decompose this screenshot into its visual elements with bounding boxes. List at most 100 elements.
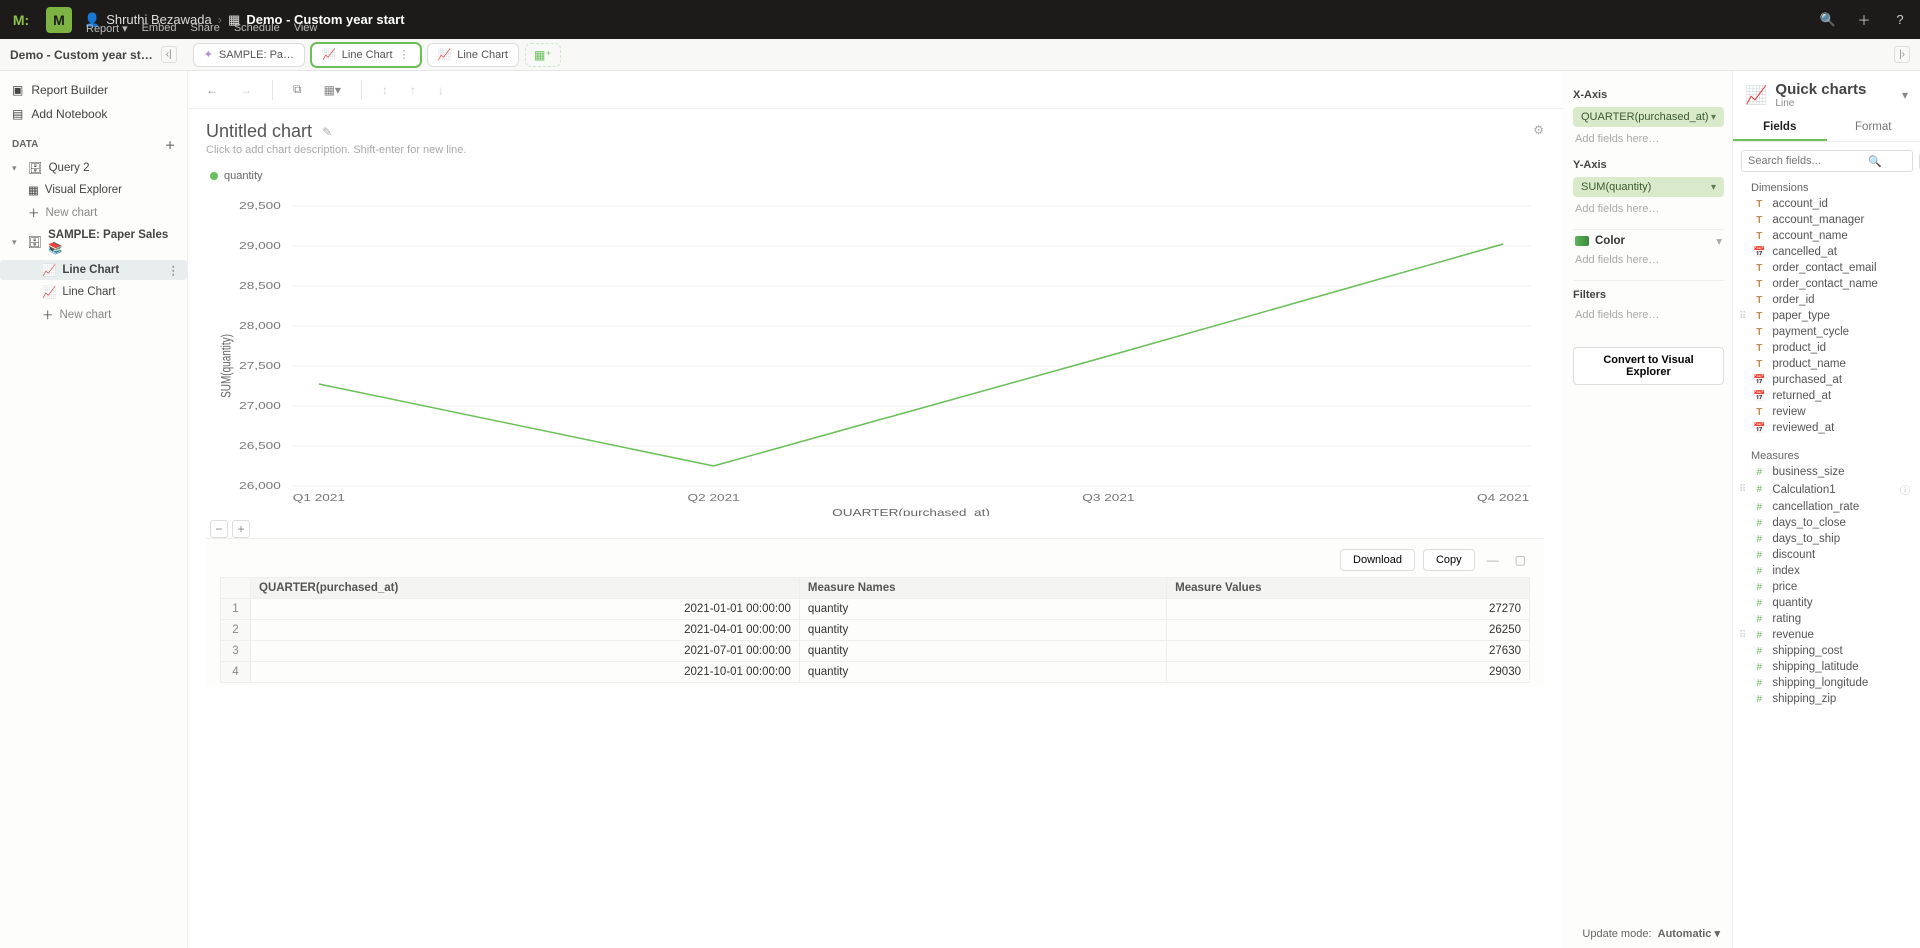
chart-description[interactable]: Click to add chart description. Shift-en… xyxy=(206,144,1544,156)
workspace-logo-icon[interactable]: M xyxy=(46,7,72,33)
copy-button[interactable]: Copy xyxy=(1423,549,1475,571)
tree-new-chart-2[interactable]: ＋ New chart xyxy=(0,304,187,326)
download-button[interactable]: Download xyxy=(1340,549,1415,571)
add-tab-button[interactable]: ▦⁺ xyxy=(525,43,561,67)
filters-dropzone[interactable]: Add fields here… xyxy=(1573,307,1724,329)
field-measure[interactable]: ⠿ # revenue xyxy=(1741,627,1912,643)
add-notebook-link[interactable]: ▤ Add Notebook xyxy=(0,103,187,125)
expand-fields-icon[interactable]: |› xyxy=(1894,46,1910,63)
tree-query[interactable]: ▾ 🗄 Query 2 xyxy=(0,158,187,178)
minimize-icon[interactable]: — xyxy=(1483,551,1503,569)
table-row[interactable]: 1 2021-01-01 00:00:00 quantity 27270 xyxy=(221,599,1530,620)
chart-title[interactable]: Untitled chart xyxy=(206,121,312,142)
cell: 27270 xyxy=(1167,599,1530,620)
update-mode[interactable]: Update mode: Automatic ▾ xyxy=(1582,927,1720,940)
field-measure[interactable]: ⠿ # rating xyxy=(1741,611,1912,627)
tree-linechart-1[interactable]: 📈 Line Chart ⋮ xyxy=(0,260,187,280)
tab-format[interactable]: Format xyxy=(1827,115,1920,141)
duplicate-button[interactable]: ⧉ xyxy=(287,78,308,101)
collapse-sidebar-icon[interactable]: ‹| xyxy=(161,46,177,63)
table-row[interactable]: 3 2021-07-01 00:00:00 quantity 27630 xyxy=(221,641,1530,662)
field-dimension[interactable]: ⠿ T account_manager xyxy=(1741,212,1912,228)
yaxis-pill[interactable]: SUM(quantity) ▾ xyxy=(1573,177,1724,197)
field-measure[interactable]: ⠿ # shipping_cost xyxy=(1741,643,1912,659)
search-icon[interactable]: 🔍 xyxy=(1816,8,1840,32)
menu-share[interactable]: Share xyxy=(190,22,219,35)
tree-linechart-2[interactable]: 📈 Line Chart xyxy=(0,282,187,302)
field-measure[interactable]: ⠿ # shipping_latitude xyxy=(1741,659,1912,675)
tree-new-chart[interactable]: ＋ New chart xyxy=(0,202,187,224)
sort-none-button[interactable]: ↕ xyxy=(376,79,394,101)
app-logo-icon[interactable]: M: xyxy=(8,7,34,33)
field-measure[interactable]: ⠿ # days_to_ship xyxy=(1741,531,1912,547)
yaxis-dropzone[interactable]: Add fields here… xyxy=(1573,201,1724,223)
field-measure[interactable]: ⠿ # business_size xyxy=(1741,464,1912,480)
xaxis-pill[interactable]: QUARTER(purchased_at) ▾ xyxy=(1573,107,1724,127)
chart-plot[interactable]: 26,000 26,500 27,000 27,500 28,000 28,50… xyxy=(210,186,1544,516)
search-input[interactable] xyxy=(1741,150,1913,172)
chart-settings-icon[interactable]: ⚙ xyxy=(1533,123,1544,137)
field-measure[interactable]: ⠿ # shipping_longitude xyxy=(1741,675,1912,691)
tab-fields[interactable]: Fields xyxy=(1733,115,1827,141)
field-dimension[interactable]: ⠿ T order_contact_name xyxy=(1741,276,1912,292)
table-row[interactable]: 2 2021-04-01 00:00:00 quantity 26250 xyxy=(221,620,1530,641)
more-icon[interactable]: ⋮ xyxy=(399,48,410,61)
tab-linechart-active[interactable]: 📈 Line Chart ⋮ xyxy=(311,43,420,67)
more-icon[interactable]: ⋮ xyxy=(168,263,180,277)
field-dimension[interactable]: ⠿ T product_name xyxy=(1741,356,1912,372)
field-measure[interactable]: ⠿ # days_to_close xyxy=(1741,515,1912,531)
chart-legend[interactable]: quantity xyxy=(210,170,1544,182)
menu-schedule[interactable]: Schedule xyxy=(234,22,280,35)
tree-visual-explorer[interactable]: ▦ Visual Explorer xyxy=(0,180,187,200)
field-dimension[interactable]: ⠿ 📅 purchased_at xyxy=(1741,372,1912,388)
table-header[interactable]: Measure Values xyxy=(1167,578,1530,599)
zoom-in-button[interactable]: + xyxy=(232,520,250,538)
report-builder-link[interactable]: ▣ Report Builder xyxy=(0,79,187,101)
field-dimension[interactable]: ⠿ 📅 reviewed_at xyxy=(1741,420,1912,436)
table-header[interactable]: QUARTER(purchased_at) xyxy=(251,578,800,599)
help-icon[interactable]: ? xyxy=(1888,8,1912,32)
sort-desc-button[interactable]: ↓ xyxy=(432,79,450,101)
field-dimension[interactable]: ⠿ T review xyxy=(1741,404,1912,420)
menu-report[interactable]: Report ▾ xyxy=(86,22,128,35)
redo-button[interactable]: → xyxy=(234,79,258,101)
table-header[interactable]: Measure Names xyxy=(799,578,1166,599)
zoom-out-button[interactable]: − xyxy=(210,520,228,538)
field-dimension[interactable]: ⠿ T order_contact_email xyxy=(1741,260,1912,276)
popout-icon[interactable]: ▢ xyxy=(1511,551,1530,569)
field-dimension[interactable]: ⠿ 📅 cancelled_at xyxy=(1741,244,1912,260)
undo-button[interactable]: ← xyxy=(200,79,224,101)
grid-dropdown[interactable]: ▦▾ xyxy=(318,79,347,101)
menu-embed[interactable]: Embed xyxy=(142,22,177,35)
color-dropzone[interactable]: Add fields here… xyxy=(1573,252,1724,274)
xaxis-dropzone[interactable]: Add fields here… xyxy=(1573,131,1724,153)
field-dimension[interactable]: ⠿ T paper_type xyxy=(1741,308,1912,324)
convert-button[interactable]: Convert to Visual Explorer xyxy=(1573,347,1724,385)
add-icon[interactable]: ＋ xyxy=(1852,8,1876,32)
field-dimension[interactable]: ⠿ T payment_cycle xyxy=(1741,324,1912,340)
field-measure[interactable]: ⠿ # discount xyxy=(1741,547,1912,563)
sort-asc-button[interactable]: ↑ xyxy=(404,79,422,101)
color-section[interactable]: Color ▾ xyxy=(1573,229,1724,252)
quickcharts-header[interactable]: 📈 Quick charts Line ▾ xyxy=(1733,71,1920,115)
field-dimension[interactable]: ⠿ T order_id xyxy=(1741,292,1912,308)
add-data-icon[interactable]: ＋ xyxy=(165,137,175,152)
field-dimension[interactable]: ⠿ T account_name xyxy=(1741,228,1912,244)
field-measure[interactable]: ⠿ # quantity xyxy=(1741,595,1912,611)
tab-sample[interactable]: ✦ SAMPLE: Pa… xyxy=(193,43,305,67)
tab-linechart-2[interactable]: 📈 Line Chart xyxy=(427,43,519,67)
field-measure[interactable]: ⠿ # shipping_zip xyxy=(1741,691,1912,707)
field-measure[interactable]: ⠿ # Calculation1 ⓘ xyxy=(1741,480,1912,499)
field-measure[interactable]: ⠿ # cancellation_rate xyxy=(1741,499,1912,515)
field-measure[interactable]: ⠿ # price xyxy=(1741,579,1912,595)
menu-view[interactable]: View xyxy=(294,22,318,35)
info-icon[interactable]: ⓘ xyxy=(1900,482,1910,497)
field-measure[interactable]: ⠿ # index xyxy=(1741,563,1912,579)
field-dimension[interactable]: ⠿ 📅 returned_at xyxy=(1741,388,1912,404)
field-dimension[interactable]: ⠿ T product_id xyxy=(1741,340,1912,356)
tree-sample[interactable]: ▾ 🗄 SAMPLE: Paper Sales 📚 xyxy=(0,226,187,258)
field-dimension[interactable]: ⠿ T account_id xyxy=(1741,196,1912,212)
table-row[interactable]: 4 2021-10-01 00:00:00 quantity 29030 xyxy=(221,662,1530,683)
edit-title-icon[interactable]: ✎ xyxy=(322,125,332,139)
cell: quantity xyxy=(799,620,1166,641)
